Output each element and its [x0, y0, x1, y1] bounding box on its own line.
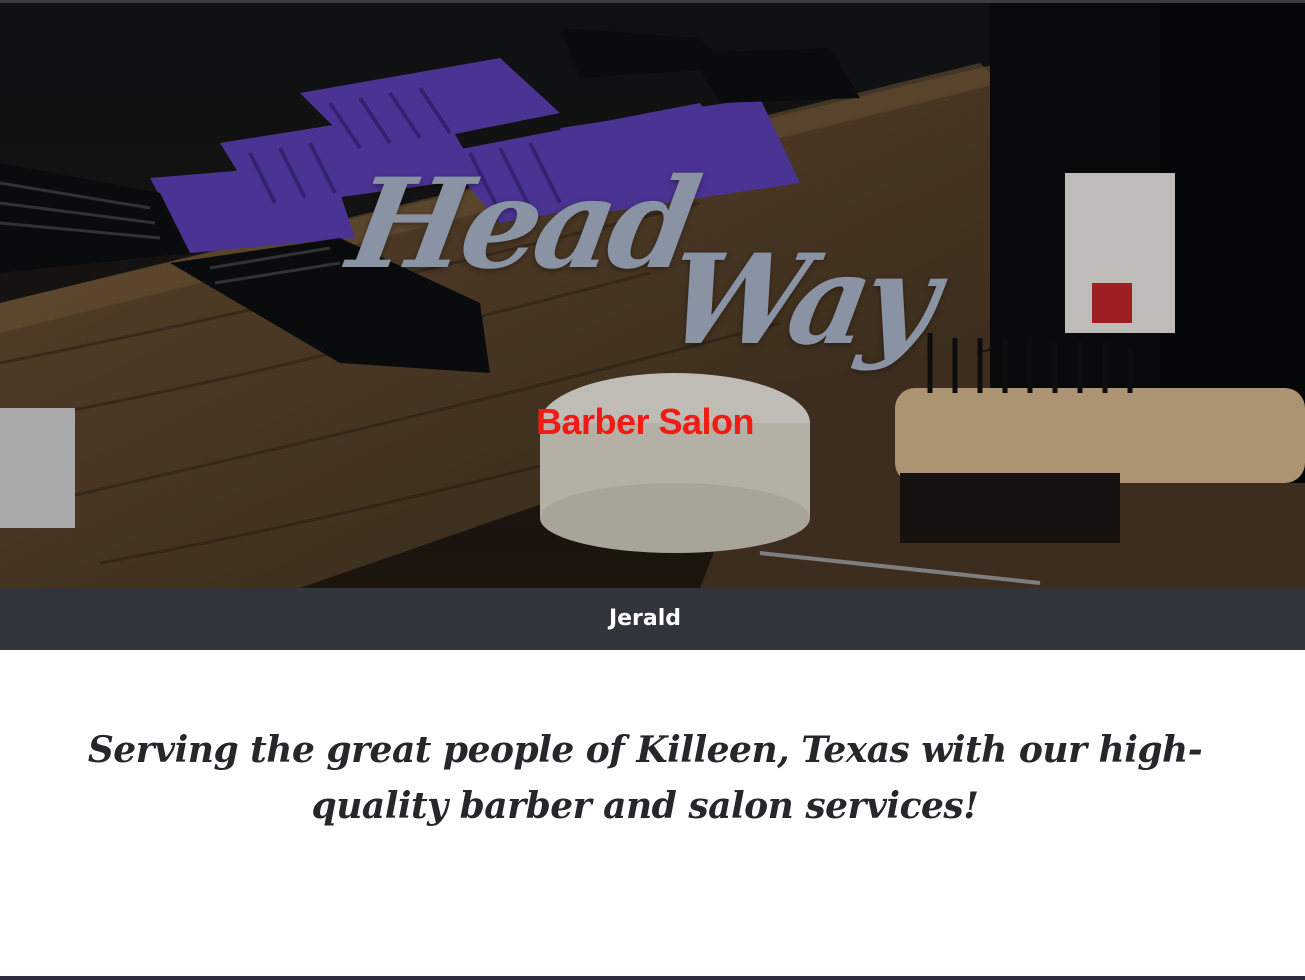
logo-word-way: Way — [655, 228, 944, 373]
nav-item-jerald[interactable]: Jerald — [0, 588, 1290, 650]
tagline: Serving the great people of Killeen, Tex… — [87, 729, 1203, 827]
bottom-edge-bar — [0, 976, 1305, 980]
brand-logo: Head Way — [0, 3, 1305, 588]
hero-banner: Head Way Barber Salon — [0, 3, 1305, 588]
logo-word-head: Head — [339, 152, 704, 297]
main-navigation: Jerald — [0, 588, 1305, 650]
brand-subtitle: Barber Salon — [535, 401, 755, 442]
